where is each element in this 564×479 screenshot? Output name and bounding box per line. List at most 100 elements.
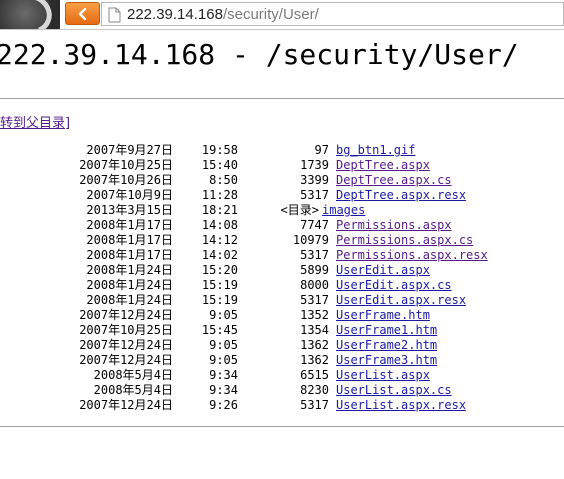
file-link[interactable]: DeptTree.aspx.cs <box>336 173 452 188</box>
file-date: 2007年12月24日 <box>79 353 173 367</box>
file-time: 9:05 <box>209 338 238 352</box>
file-link[interactable]: DeptTree.aspx <box>336 158 430 173</box>
file-link[interactable]: UserFrame2.htm <box>336 338 437 353</box>
file-size: 1739 <box>300 158 329 172</box>
file-link[interactable]: UserEdit.aspx.cs <box>336 278 452 293</box>
file-date: 2008年1月17日 <box>86 218 173 232</box>
file-link[interactable]: UserList.aspx.resx <box>336 398 466 413</box>
file-link[interactable]: bg_btn1.gif <box>336 143 415 158</box>
file-link[interactable]: Permissions.aspx.cs <box>336 233 473 248</box>
listing-row: 2008年1月17日 14:02 5317 Permissions.aspx.resx <box>0 248 564 263</box>
parent-directory-link[interactable]: 转到父目录] <box>0 112 70 131</box>
file-date: 2007年10月26日 <box>79 173 173 187</box>
file-time: 8:50 <box>209 173 238 187</box>
page-title: 222.39.14.168 - /security/User/ <box>0 38 519 71</box>
listing-row: 2007年9月27日 19:58 97 bg_btn1.gif <box>0 143 564 158</box>
listing-row: 2008年1月24日 15:20 5899 UserEdit.aspx <box>0 263 564 278</box>
file-time: 9:34 <box>209 368 238 382</box>
listing-row: 2007年12月24日 9:05 1362 UserFrame2.htm <box>0 338 564 353</box>
file-size: 10979 <box>292 233 329 247</box>
file-time: 11:28 <box>201 188 238 202</box>
file-size: 6515 <box>300 368 329 382</box>
file-size: 1354 <box>300 323 329 337</box>
file-size: 1362 <box>300 353 329 367</box>
file-size: 8000 <box>300 278 329 292</box>
listing-row: 2007年12月24日 9:05 1362 UserFrame3.htm <box>0 353 564 368</box>
file-size: 5317 <box>300 293 329 307</box>
file-size: 8230 <box>300 383 329 397</box>
file-time: 9:26 <box>209 398 238 412</box>
file-date: 2007年12月24日 <box>79 398 173 412</box>
file-size: 1352 <box>300 308 329 322</box>
file-date: 2008年5月4日 <box>93 383 173 397</box>
file-time: 14:12 <box>201 233 238 247</box>
file-date: 2008年1月17日 <box>86 248 173 262</box>
listing-row: 2008年1月17日 14:08 7747 Permissions.aspx <box>0 218 564 233</box>
url-host: 222.39.14.168 <box>127 6 223 23</box>
file-date: 2007年9月27日 <box>86 143 173 157</box>
file-date: 2013年3月15日 <box>86 203 173 217</box>
file-time: 14:02 <box>201 248 238 262</box>
file-link[interactable]: Permissions.aspx.resx <box>336 248 488 263</box>
file-link[interactable]: UserFrame1.htm <box>336 323 437 338</box>
file-link[interactable]: Permissions.aspx <box>336 218 452 233</box>
file-date: 2008年1月24日 <box>86 278 173 292</box>
file-date: 2008年5月4日 <box>93 368 173 382</box>
file-date: 2007年12月24日 <box>79 338 173 352</box>
listing-row: 2008年5月4日 9:34 8230 UserList.aspx.cs <box>0 383 564 398</box>
listing-row: 2013年3月15日 18:21 <目录> images <box>0 203 564 218</box>
url-text[interactable]: 222.39.14.168/security/User/ <box>127 6 319 23</box>
listing-row: 2007年10月25日 15:45 1354 UserFrame1.htm <box>0 323 564 338</box>
listing-row: 2007年12月24日 9:05 1352 UserFrame.htm <box>0 308 564 323</box>
file-size: 3399 <box>300 173 329 187</box>
file-time: 15:40 <box>201 158 238 172</box>
file-date: 2008年1月24日 <box>86 263 173 277</box>
listing-row: 2007年10月25日 15:40 1739 DeptTree.aspx <box>0 158 564 173</box>
file-size: 7747 <box>300 218 329 232</box>
file-size: 97 <box>314 143 329 157</box>
page-icon <box>108 7 121 23</box>
file-link[interactable]: UserList.aspx.cs <box>336 383 452 398</box>
bottom-divider <box>0 426 564 427</box>
file-link[interactable]: DeptTree.aspx.resx <box>336 188 466 203</box>
toolbar-divider <box>0 29 564 30</box>
file-link[interactable]: UserFrame3.htm <box>336 353 437 368</box>
file-link[interactable]: UserList.aspx <box>336 368 430 383</box>
file-time: 9:05 <box>209 308 238 322</box>
file-time: 15:20 <box>201 263 238 277</box>
file-link[interactable]: UserEdit.aspx.resx <box>336 293 466 308</box>
address-bar[interactable]: 222.39.14.168/security/User/ <box>101 2 564 26</box>
file-time: 15:19 <box>201 278 238 292</box>
file-link[interactable]: UserEdit.aspx <box>336 263 430 278</box>
file-date: 2008年1月24日 <box>86 293 173 307</box>
back-button[interactable] <box>65 2 100 25</box>
listing-row: 2007年10月26日 8:50 3399 DeptTree.aspx.cs <box>0 173 564 188</box>
top-divider <box>0 98 564 99</box>
file-time: 9:05 <box>209 353 238 367</box>
browser-logo <box>0 0 60 30</box>
file-date: 2007年12月24日 <box>79 308 173 322</box>
file-date: 2007年10月25日 <box>79 323 173 337</box>
directory-tag: <目录> <box>280 203 319 217</box>
listing-row: 2007年10月9日 11:28 5317 DeptTree.aspx.resx <box>0 188 564 203</box>
file-date: 2008年1月17日 <box>86 233 173 247</box>
file-time: 19:58 <box>201 143 238 157</box>
file-link[interactable]: UserFrame.htm <box>336 308 430 323</box>
listing-row: 2008年1月17日 14:12 10979 Permissions.aspx.cs <box>0 233 564 248</box>
file-size: 5899 <box>300 263 329 277</box>
file-size: 5317 <box>300 248 329 262</box>
listing-row: 2008年1月24日 15:19 5317 UserEdit.aspx.resx <box>0 293 564 308</box>
directory-listing: 2007年9月27日 19:58 97 bg_btn1.gif 2007年10月25日 1… <box>0 143 564 413</box>
file-date: 2007年10月25日 <box>79 158 173 172</box>
back-arrow-icon <box>78 8 87 20</box>
file-time: 18:21 <box>201 203 238 217</box>
file-size: 5317 <box>300 398 329 412</box>
directory-link[interactable]: images <box>322 203 365 218</box>
file-size: 1362 <box>300 338 329 352</box>
file-date: 2007年10月9日 <box>86 188 173 202</box>
file-size: 5317 <box>300 188 329 202</box>
listing-row: 2008年1月24日 15:19 8000 UserEdit.aspx.cs <box>0 278 564 293</box>
listing-row: 2008年5月4日 9:34 6515 UserList.aspx <box>0 368 564 383</box>
file-time: 14:08 <box>201 218 238 232</box>
file-time: 15:19 <box>201 293 238 307</box>
